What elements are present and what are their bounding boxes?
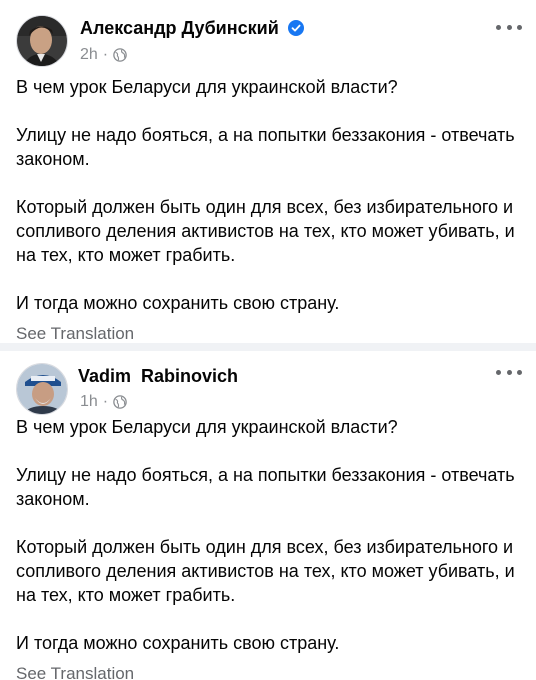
author-name-text[interactable]: Александр Дубинский xyxy=(80,18,279,38)
globe-icon xyxy=(113,48,127,62)
more-dot xyxy=(517,24,522,30)
post-paragraph: Который должен быть один для всех, без и… xyxy=(16,537,515,605)
avatar[interactable] xyxy=(16,363,68,415)
post-header: Александр Дубинский 2h · xyxy=(0,0,536,70)
post-paragraph: И тогда можно сохранить свою страну. xyxy=(16,293,340,313)
avatar-image xyxy=(17,16,67,66)
author-name-text[interactable]: Vadim Rabinovich xyxy=(78,366,238,386)
meta-separator: · xyxy=(102,393,109,410)
post-header: Vadim Rabinovich 1h · xyxy=(0,351,536,421)
post-paragraph: В чем урок Беларуси для украинской власт… xyxy=(16,417,398,437)
post-body: В чем урок Беларуси для украинской власт… xyxy=(16,415,522,680)
post-body: В чем урок Беларуси для украинской власт… xyxy=(16,75,522,346)
verified-badge-icon xyxy=(287,20,304,36)
more-dot xyxy=(506,369,512,375)
post-time[interactable]: 2h xyxy=(80,46,98,64)
see-translation-link[interactable]: See Translation xyxy=(16,322,134,346)
post-paragraph: Улицу не надо бояться, а на попытки безз… xyxy=(16,125,515,169)
author-name[interactable]: Александр Дубинский xyxy=(80,18,304,39)
author-name[interactable]: Vadim Rabinovich xyxy=(78,366,238,387)
post-paragraph: Который должен быть один для всех, без и… xyxy=(16,197,515,265)
avatar-image xyxy=(17,364,67,414)
post-meta: 2h · xyxy=(80,46,127,64)
more-dot xyxy=(506,24,512,30)
post-time[interactable]: 1h xyxy=(80,393,98,411)
globe-icon xyxy=(113,395,127,409)
more-dot xyxy=(517,369,522,375)
post: Александр Дубинский 2h · В чем урок Бела… xyxy=(0,0,536,343)
post-meta: 1h · xyxy=(80,393,127,411)
see-translation-link[interactable]: See Translation xyxy=(16,662,134,680)
post-paragraph: И тогда можно сохранить свою страну. xyxy=(16,633,340,653)
more-options-button[interactable] xyxy=(496,365,522,379)
post-paragraph: В чем урок Беларуси для украинской власт… xyxy=(16,77,398,97)
post-paragraph: Улицу не надо бояться, а на попытки безз… xyxy=(16,465,515,509)
more-dot xyxy=(496,369,501,375)
more-dot xyxy=(496,24,501,30)
meta-separator: · xyxy=(102,46,109,63)
post: Vadim Rabinovich 1h · В чем урок Беларус… xyxy=(0,351,536,680)
avatar[interactable] xyxy=(16,15,68,67)
more-options-button[interactable] xyxy=(496,20,522,34)
